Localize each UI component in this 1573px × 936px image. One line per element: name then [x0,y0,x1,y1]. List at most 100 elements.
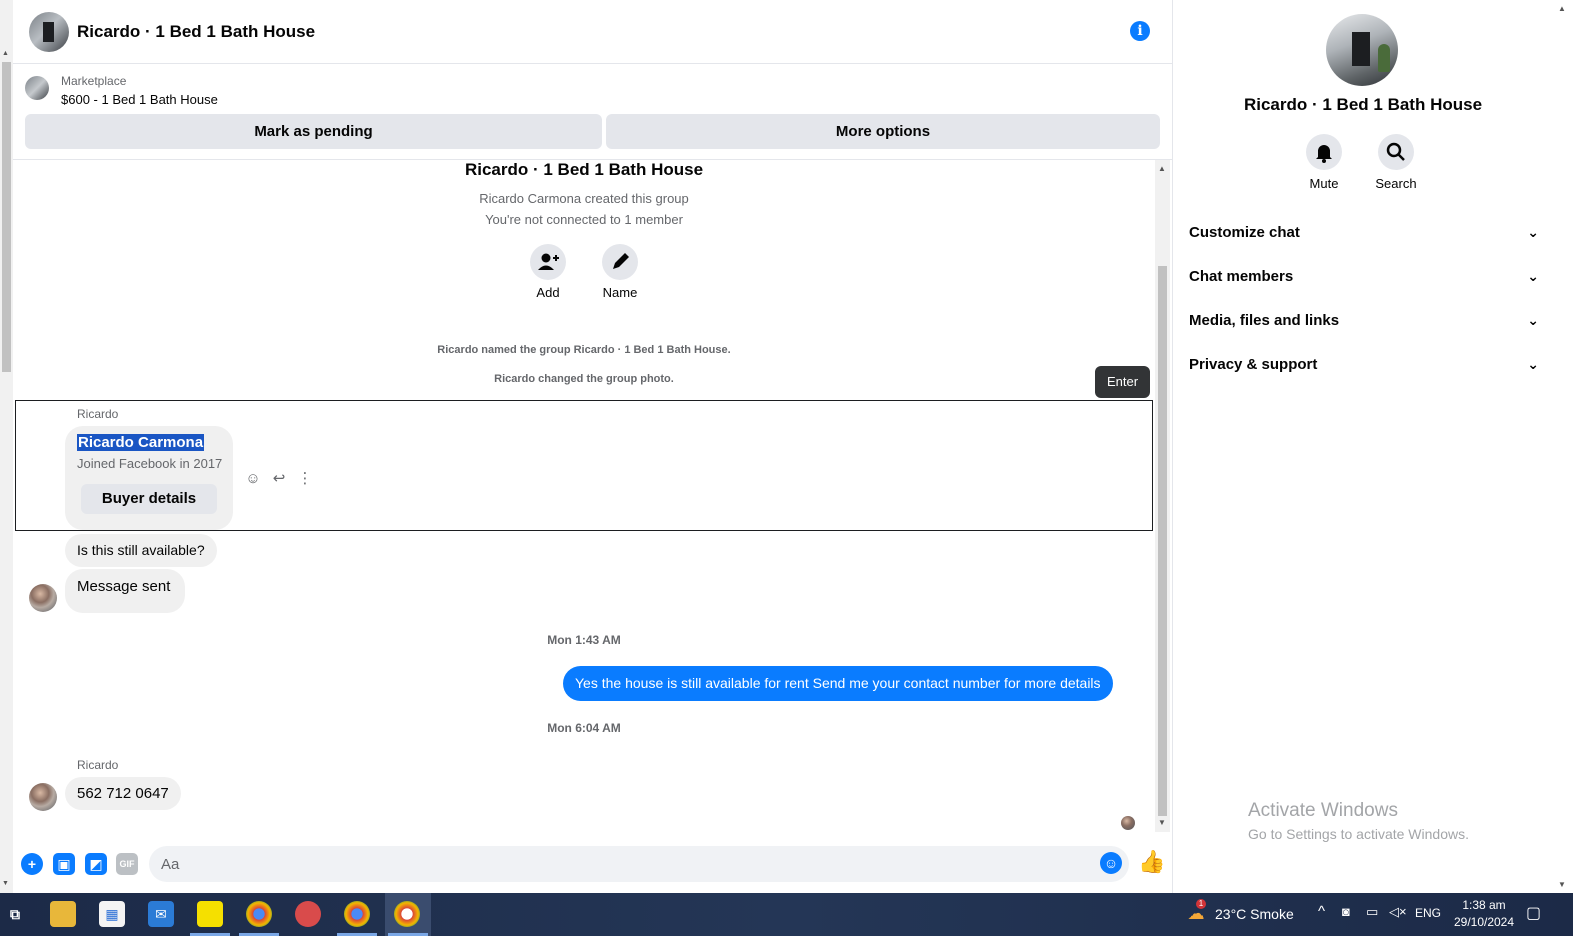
page-scrollbar[interactable]: ▲ ▼ [0,0,13,893]
plus-icon[interactable]: + [21,853,43,875]
system-message: Ricardo named the group Ricardo · 1 Bed … [437,344,731,356]
media-files-links-row[interactable]: Media, files and links ⌄ [1189,300,1539,340]
more-options-button[interactable]: More options [606,114,1160,149]
marketplace-bar: Marketplace $600 - 1 Bed 1 Bath House Ma… [13,64,1173,160]
buyer-name[interactable]: Ricardo Carmona [77,434,205,451]
thumbs-up-icon[interactable]: 👍 [1138,849,1165,875]
chrome-active-icon[interactable] [394,901,420,927]
chat-header: Ricardo · 1 Bed 1 Bath House i [13,0,1173,64]
language-indicator[interactable]: ENG [1415,906,1441,920]
buyer-profile-card[interactable]: Ricardo Carmona Joined Facebook in 2017 … [65,426,233,530]
created-note: Ricardo Carmona created this group [479,191,689,206]
add-label: Add [536,285,560,300]
scroll-up-icon[interactable]: ▲ [1558,4,1566,13]
emoji-icon[interactable]: ☺ [1100,852,1122,874]
group-avatar[interactable] [29,12,69,52]
name-label: Name [602,285,638,300]
bell-icon [1316,145,1332,163]
row-label: Chat members [1189,268,1294,285]
pencil-icon [613,253,629,269]
photo-icon[interactable]: ▣ [53,853,75,875]
listing-thumbnail[interactable] [25,76,49,100]
meet-now-icon[interactable]: ◙ [1342,904,1350,919]
privacy-support-row[interactable]: Privacy & support ⌄ [1189,344,1539,384]
sender-avatar[interactable] [29,783,57,811]
chevron-down-icon: ⌄ [1527,356,1539,372]
scroll-up-icon[interactable]: ▲ [2,50,9,57]
incoming-message[interactable]: 562 712 0647 [65,777,181,810]
panel-group-avatar[interactable] [1326,14,1398,86]
sender-name: Ricardo [77,407,119,421]
add-person-icon [538,253,559,270]
volume-muted-icon[interactable]: ◁× [1389,904,1407,920]
sticky-notes-icon[interactable] [197,901,223,927]
gif-icon[interactable]: GIF [116,853,138,875]
scroll-down-icon[interactable]: ▼ [2,880,9,887]
sender-name: Ricardo [77,758,119,772]
enter-tooltip: Enter [1095,366,1150,398]
chrome-icon[interactable] [246,901,272,927]
mail-icon[interactable]: ✉ [148,901,174,927]
panel-title: Ricardo · 1 Bed 1 Bath House [1243,95,1483,114]
search-button[interactable] [1378,134,1414,170]
more-icon[interactable]: ⋮ [295,469,315,489]
timestamp: Mon 6:04 AM [547,721,621,735]
row-label: Privacy & support [1189,356,1318,373]
message-thread: Ricardo · 1 Bed 1 Bath House Ricardo Car… [13,160,1155,832]
search-icon [1386,142,1405,161]
buyer-details-button[interactable]: Buyer details [81,484,217,514]
chrome-profile-icon[interactable] [344,901,370,927]
weather-text[interactable]: 23°C Smoke [1215,906,1294,922]
paint-icon[interactable] [295,901,321,927]
thread-scroll-thumb[interactable] [1158,266,1167,816]
timestamp: Mon 1:43 AM [547,633,621,647]
chevron-down-icon: ⌄ [1527,268,1539,284]
listing-title[interactable]: $600 - 1 Bed 1 Bath House [61,92,218,107]
reply-icon[interactable]: ↩ [269,469,289,489]
notifications-icon[interactable]: ▢ [1526,903,1541,923]
sticker-icon[interactable]: ◩ [85,853,107,875]
chevron-down-icon: ⌄ [1527,312,1539,328]
task-view-icon[interactable]: ⧉ [2,901,28,927]
buyer-joined: Joined Facebook in 2017 [77,456,223,471]
system-message: Ricardo changed the group photo. [494,373,674,385]
clock-time[interactable]: 1:38 am [1448,898,1520,912]
composer: + ▣ ◩ GIF ☺ 👍 [13,836,1173,892]
scroll-down-icon[interactable]: ▼ [1158,818,1166,827]
incoming-message[interactable]: Message sent [65,569,185,613]
connection-note: You're not connected to 1 member [485,212,683,227]
incoming-message[interactable]: Is this still available? [65,534,217,567]
row-label: Customize chat [1189,224,1300,241]
clock-date[interactable]: 29/10/2024 [1448,915,1520,929]
panel-scrollbar[interactable]: ▲ ▼ [1552,0,1573,893]
messenger-window: ▲ ▼ Ricardo · 1 Bed 1 Bath House i Marke… [0,0,1573,936]
name-group-button[interactable] [602,244,638,280]
mark-pending-button[interactable]: Mark as pending [25,114,602,149]
message-input[interactable] [149,846,1129,882]
page-scroll-thumb[interactable] [2,62,11,372]
info-icon[interactable]: i [1130,21,1150,41]
chevron-up-icon[interactable]: ^ [1318,903,1325,920]
search-label: Search [1375,176,1417,191]
info-panel: Ricardo · 1 Bed 1 Bath House Mute Search… [1174,0,1552,893]
sender-avatar[interactable] [29,584,57,612]
chevron-down-icon: ⌄ [1527,224,1539,240]
chat-title[interactable]: Ricardo · 1 Bed 1 Bath House [77,22,315,42]
mute-button[interactable] [1306,134,1342,170]
thread-scrollbar[interactable]: ▲ ▼ [1155,160,1170,832]
add-member-button[interactable] [530,244,566,280]
message-actions: ☺ ↩ ⋮ [243,469,321,489]
customize-chat-row[interactable]: Customize chat ⌄ [1189,212,1539,252]
marketplace-label: Marketplace [61,74,127,88]
chat-members-row[interactable]: Chat members ⌄ [1189,256,1539,296]
file-explorer-icon[interactable] [50,901,76,927]
outgoing-message[interactable]: Yes the house is still available for ren… [563,666,1113,701]
weather-badge: 1 [1196,899,1206,909]
activate-windows-subtitle: Go to Settings to activate Windows. [1248,826,1469,842]
network-icon[interactable]: ▭ [1366,904,1378,920]
store-icon[interactable]: ▦ [99,901,125,927]
scroll-up-icon[interactable]: ▲ [1158,164,1166,173]
activate-windows-title: Activate Windows [1248,800,1398,821]
scroll-down-icon[interactable]: ▼ [1558,880,1566,889]
react-icon[interactable]: ☺ [243,469,263,489]
